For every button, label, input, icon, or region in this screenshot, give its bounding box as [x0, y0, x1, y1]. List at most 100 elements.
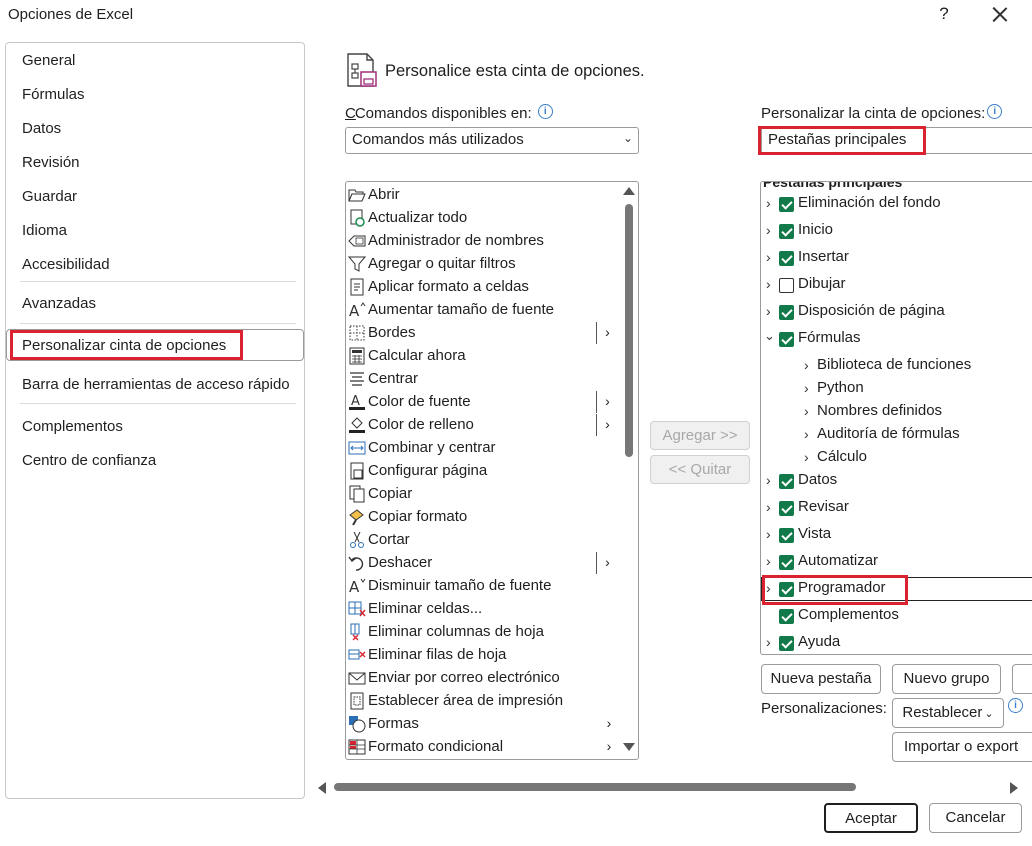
nav-item-accesibilidad[interactable]: Accesibilidad	[22, 256, 110, 273]
checkbox[interactable]	[779, 278, 794, 293]
list-item[interactable]: Formato condicional ›	[346, 736, 622, 759]
chevron-right-icon[interactable]: ›	[804, 403, 809, 419]
list-item[interactable]: Combinar y centrar	[346, 437, 622, 460]
list-item[interactable]: Actualizar todo	[346, 207, 622, 230]
list-item-label: Aumentar tamaño de fuente	[368, 301, 554, 318]
new-group-button[interactable]: Nuevo grupo	[892, 664, 1001, 694]
chevron-right-icon[interactable]: ›	[804, 449, 809, 465]
add-button[interactable]: Agregar >>	[650, 421, 750, 450]
list-item-label: Copiar	[368, 485, 413, 502]
scroll-down-icon[interactable]	[623, 743, 635, 751]
nav-divider	[20, 403, 296, 404]
checkbox[interactable]	[779, 251, 794, 266]
chevron-right-icon[interactable]: ›	[766, 303, 771, 319]
cancel-button[interactable]: Cancelar	[929, 803, 1022, 833]
list-item[interactable]: Eliminar columnas de hoja	[346, 621, 622, 644]
submenu-arrow-icon: ›	[606, 738, 612, 754]
nav-item-idioma[interactable]: Idioma	[22, 222, 67, 239]
checkbox[interactable]	[779, 197, 794, 212]
checkbox[interactable]	[779, 528, 794, 543]
info-icon[interactable]: i	[1008, 698, 1023, 713]
nav-item-complementos[interactable]: Complementos	[22, 418, 123, 435]
list-item[interactable]: Administrador de nombres	[346, 230, 622, 253]
list-item[interactable]: Configurar página	[346, 460, 622, 483]
chevron-right-icon[interactable]: ›	[766, 195, 771, 211]
nav-item-revision[interactable]: Revisión	[22, 154, 80, 171]
checkbox[interactable]	[779, 555, 794, 570]
list-item[interactable]: Formas ›	[346, 713, 622, 736]
list-item[interactable]: Copiar	[346, 483, 622, 506]
rename-button[interactable]	[1012, 664, 1032, 694]
nav-item-centro-confianza[interactable]: Centro de confianza	[22, 452, 156, 469]
horizontal-scrollbar[interactable]	[314, 778, 1022, 796]
chevron-right-icon[interactable]: ›	[766, 553, 771, 569]
ok-button[interactable]: Aceptar	[824, 803, 918, 833]
list-item[interactable]: Abrir	[346, 184, 622, 207]
list-item-label: Actualizar todo	[368, 209, 468, 226]
import-export-button[interactable]: Importar o export	[892, 732, 1032, 762]
checkbox[interactable]	[779, 305, 794, 320]
nav-item-avanzadas[interactable]: Avanzadas	[22, 295, 96, 312]
list-item[interactable]: Bordes ›	[346, 322, 622, 345]
commands-list[interactable]: Abrir Actualizar todo Administrador de n…	[345, 181, 639, 760]
chevron-right-icon[interactable]: ›	[766, 634, 771, 650]
checkbox[interactable]	[779, 474, 794, 489]
close-button[interactable]	[988, 3, 1012, 27]
format-painter-icon	[349, 509, 364, 526]
list-item[interactable]: A Disminuir tamaño de fuente	[346, 575, 622, 598]
reset-dropdown-button[interactable]: Restablecer ⌄	[892, 698, 1004, 728]
info-icon[interactable]: i	[537, 104, 553, 119]
chevron-right-icon[interactable]: ›	[766, 249, 771, 265]
chevron-right-icon[interactable]: ›	[804, 357, 809, 373]
commands-source-dropdown[interactable]: Comandos más utilizados ⌄	[345, 127, 639, 154]
list-item-label: Color de fuente	[368, 393, 471, 410]
chevron-down-icon[interactable]: ⌄	[764, 328, 775, 344]
scroll-thumb[interactable]	[334, 783, 856, 791]
scroll-up-icon[interactable]	[623, 187, 635, 195]
nav-item-formulas[interactable]: Fórmulas	[22, 86, 85, 103]
list-item[interactable]: A Aumentar tamaño de fuente	[346, 299, 622, 322]
tree-node-label: Complementos	[798, 606, 899, 623]
list-item[interactable]: Color de relleno ›	[346, 414, 622, 437]
list-item[interactable]: Enviar por correo electrónico	[346, 667, 622, 690]
list-item[interactable]: Calcular ahora	[346, 345, 622, 368]
checkbox[interactable]	[779, 501, 794, 516]
chevron-right-icon[interactable]: ›	[766, 472, 771, 488]
scroll-right-icon[interactable]	[1010, 782, 1018, 794]
chevron-right-icon[interactable]: ›	[766, 276, 771, 292]
chevron-right-icon[interactable]: ›	[766, 499, 771, 515]
list-item-label: Calcular ahora	[368, 347, 466, 364]
list-item[interactable]: Eliminar celdas...	[346, 598, 622, 621]
list-item[interactable]: Cortar	[346, 529, 622, 552]
chevron-right-icon[interactable]: ›	[804, 380, 809, 396]
checkbox[interactable]	[779, 224, 794, 239]
list-item[interactable]: Deshacer ›	[346, 552, 622, 575]
list-item[interactable]: Agregar o quitar filtros	[346, 253, 622, 276]
new-tab-button[interactable]: Nueva pestaña	[761, 664, 881, 694]
checkbox[interactable]	[779, 332, 794, 347]
list-item[interactable]: A Color de fuente ›	[346, 391, 622, 414]
list-item[interactable]: Centrar	[346, 368, 622, 391]
chevron-right-icon[interactable]: ›	[804, 426, 809, 442]
nav-item-guardar[interactable]: Guardar	[22, 188, 77, 205]
list-item[interactable]: Copiar formato	[346, 506, 622, 529]
chevron-right-icon[interactable]: ›	[766, 222, 771, 238]
scroll-thumb[interactable]	[625, 204, 633, 457]
list-item[interactable]: Establecer área de impresión	[346, 690, 622, 713]
nav-item-general[interactable]: General	[22, 52, 75, 69]
nav-item-barra-acceso-rapido[interactable]: Barra de herramientas de acceso rápido	[22, 376, 290, 393]
scroll-left-icon[interactable]	[318, 782, 326, 794]
chevron-right-icon[interactable]: ›	[766, 526, 771, 542]
list-item[interactable]: Aplicar formato a celdas	[346, 276, 622, 299]
remove-button[interactable]: << Quitar	[650, 455, 750, 484]
help-button[interactable]: ?	[934, 4, 954, 26]
commands-scrollbar[interactable]	[620, 182, 638, 759]
list-item[interactable]: Eliminar filas de hoja	[346, 644, 622, 667]
submenu-arrow-icon: ›	[596, 414, 618, 436]
commands-label: CComandos disponibles en: i	[345, 104, 553, 122]
checkbox[interactable]	[779, 609, 794, 624]
info-icon[interactable]: i	[987, 104, 1003, 119]
nav-item-datos[interactable]: Datos	[22, 120, 61, 137]
increase-font-icon: A	[349, 302, 366, 319]
checkbox[interactable]	[779, 636, 794, 651]
